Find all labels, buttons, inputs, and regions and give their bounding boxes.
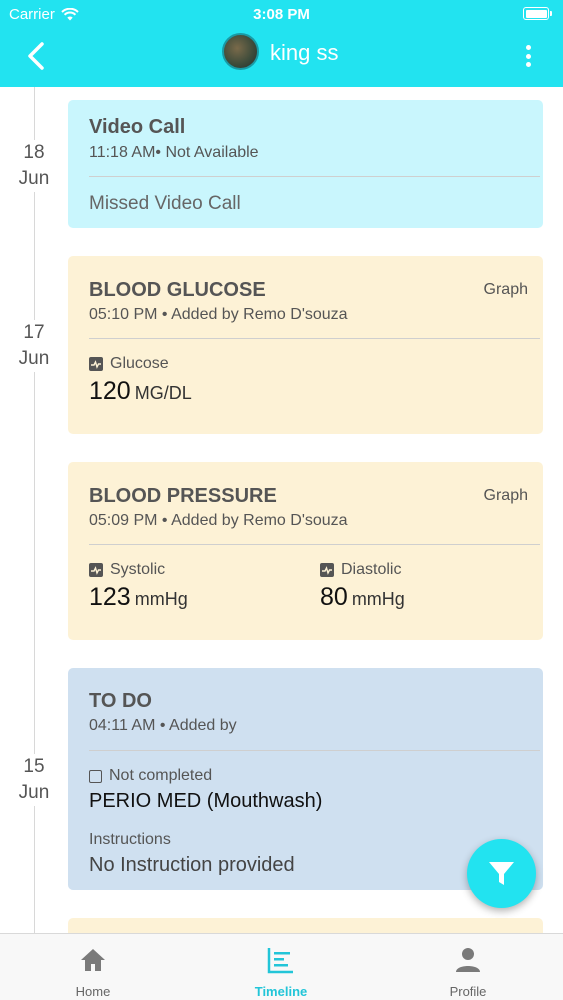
avatar[interactable] <box>222 33 259 70</box>
nav-bar: king ss <box>0 28 563 87</box>
diastolic-value: 80 <box>320 583 348 611</box>
diastolic-label-text: Diastolic <box>341 561 402 578</box>
graph-link[interactable]: Graph <box>484 487 528 505</box>
date-month: Jun <box>18 348 50 369</box>
status-bar: Carrier 3:08 PM <box>0 0 563 28</box>
systolic-reading: 123 mmHg <box>89 583 188 612</box>
dot-icon <box>525 53 531 59</box>
nav-home[interactable]: Home <box>33 934 153 1000</box>
home-icon <box>81 949 105 971</box>
card-divider <box>89 544 540 545</box>
card-title: TO DO <box>89 690 152 712</box>
card-meta: 05:09 PM • Added by Remo D'souza <box>89 512 348 529</box>
systolic-unit: mmHg <box>134 589 188 609</box>
status-time: 3:08 PM <box>253 6 310 23</box>
card-title: BLOOD PRESSURE <box>89 485 277 507</box>
date-day: 17 <box>23 322 45 343</box>
card-divider <box>89 750 540 751</box>
date-month: Jun <box>18 168 50 189</box>
nav-home-label: Home <box>75 984 111 999</box>
reading-value: 120 MG/DL <box>89 377 192 406</box>
diastolic-label: Diastolic <box>320 561 401 579</box>
page-title[interactable]: king ss <box>270 40 338 66</box>
medical-chart-icon <box>89 563 103 577</box>
todo-task: PERIO MED (Mouthwash) <box>89 790 323 812</box>
glucose-value: 120 <box>89 377 131 405</box>
back-button[interactable] <box>22 40 52 72</box>
timeline-date: 15 Jun <box>0 754 68 806</box>
card-meta: 05:10 PM • Added by Remo D'souza <box>89 306 348 323</box>
timeline-line <box>34 87 35 935</box>
nav-timeline[interactable]: Timeline <box>221 934 341 1000</box>
timeline-icon <box>267 948 293 974</box>
graph-link[interactable]: Graph <box>484 281 528 299</box>
blood-glucose-card[interactable]: BLOOD GLUCOSE Graph 05:10 PM • Added by … <box>68 256 543 434</box>
card-title: Video Call <box>89 116 186 138</box>
timeline-date: 17 Jun <box>0 320 68 372</box>
date-day: 15 <box>23 756 45 777</box>
systolic-label: Systolic <box>89 561 165 579</box>
reading-label: Glucose <box>89 355 169 373</box>
date-day: 18 <box>23 142 45 163</box>
diastolic-unit: mmHg <box>351 589 405 609</box>
filter-icon <box>489 862 514 885</box>
instructions-label: Instructions <box>89 831 171 848</box>
systolic-value: 123 <box>89 583 131 611</box>
nav-timeline-label: Timeline <box>254 984 308 999</box>
reading-label-text: Glucose <box>110 355 169 372</box>
bottom-nav: Home Timeline Profile <box>0 933 563 1000</box>
todo-status: Not completed <box>89 767 212 785</box>
chevron-left-icon <box>28 42 44 70</box>
battery-icon <box>523 7 552 20</box>
card-divider <box>89 176 540 177</box>
card-meta: 11:18 AM• Not Available <box>89 144 259 161</box>
systolic-label-text: Systolic <box>110 561 166 578</box>
call-status: Missed Video Call <box>89 193 241 214</box>
profile-icon <box>456 948 480 972</box>
timeline-date: 18 Jun <box>0 140 68 192</box>
instructions-value: No Instruction provided <box>89 854 295 876</box>
nav-profile[interactable]: Profile <box>408 934 528 1000</box>
blood-pressure-card[interactable]: BLOOD PRESSURE Graph 05:09 PM • Added by… <box>68 462 543 640</box>
card-divider <box>89 338 540 339</box>
dot-icon <box>525 62 531 67</box>
video-call-card[interactable]: Video Call 11:18 AM• Not Available Misse… <box>68 100 543 228</box>
dot-icon <box>525 45 531 50</box>
more-options-button[interactable] <box>523 43 533 69</box>
filter-button[interactable] <box>467 839 536 908</box>
todo-status-text: Not completed <box>109 767 213 784</box>
card-title: BLOOD GLUCOSE <box>89 279 266 301</box>
diastolic-reading: 80 mmHg <box>320 583 405 612</box>
nav-profile-label: Profile <box>449 984 487 999</box>
date-month: Jun <box>18 782 50 803</box>
card-meta: 04:11 AM • Added by <box>89 717 237 734</box>
checkbox-icon[interactable] <box>89 769 102 783</box>
top-bar: Carrier 3:08 PM king ss <box>0 0 563 87</box>
medical-chart-icon <box>89 357 103 371</box>
glucose-unit: MG/DL <box>134 383 192 403</box>
medical-chart-icon <box>320 563 334 577</box>
